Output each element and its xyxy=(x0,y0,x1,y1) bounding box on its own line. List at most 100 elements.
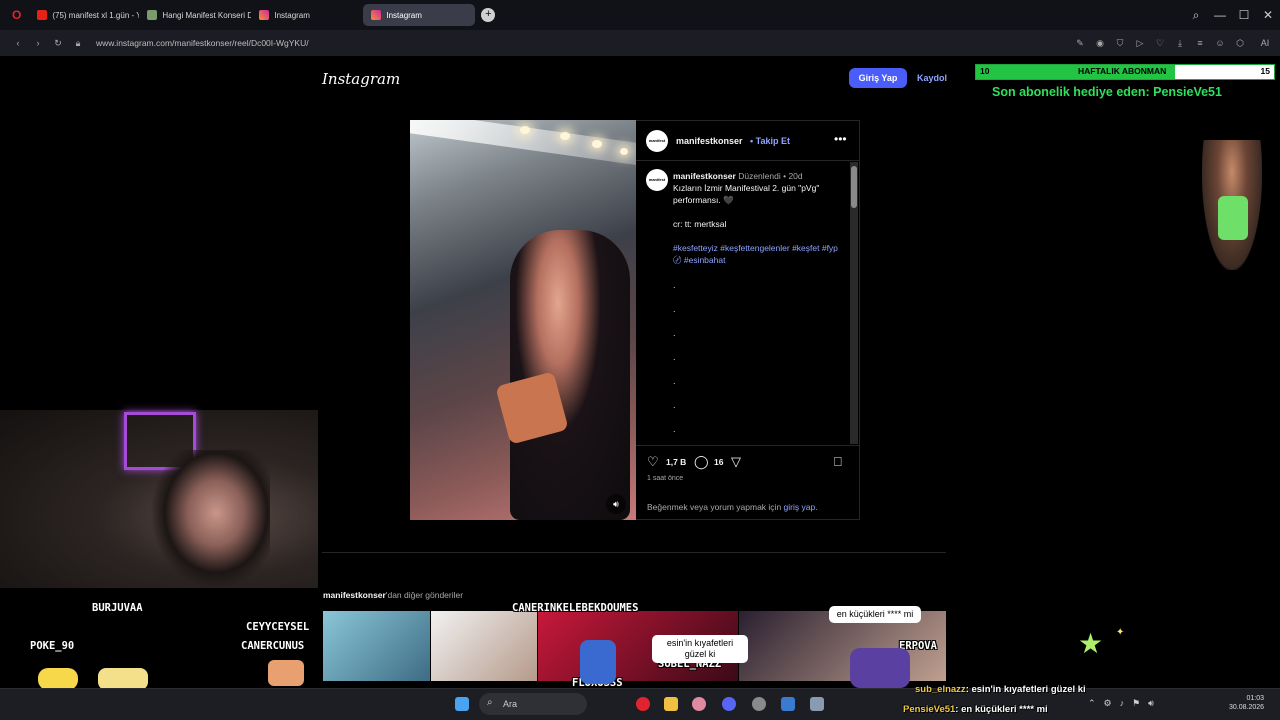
minimize-icon[interactable]: — xyxy=(1208,8,1232,22)
tab-label: Instagram xyxy=(386,10,422,20)
browser-tab-bar: O (75) manifest xl 1.gün - Yo Hangi Mani… xyxy=(0,0,1280,30)
chat-user: PensieVe51 xyxy=(903,704,956,715)
close-icon[interactable]: ✕ xyxy=(1256,8,1280,22)
back-icon[interactable]: ‹ xyxy=(8,38,28,48)
post-caption: manifestkonser Düzenlendi • 20d Kızların… xyxy=(673,170,843,266)
viewer-name: CANERCUNUS xyxy=(241,640,305,652)
more-posts-user[interactable]: manifestkonser xyxy=(323,590,386,600)
divider xyxy=(636,160,860,161)
caption-username[interactable]: manifestkonser xyxy=(673,171,736,181)
sub-goal-current: 10 xyxy=(980,66,990,76)
play-icon[interactable]: ▷ xyxy=(1130,38,1150,49)
comment-count: 16 xyxy=(714,457,724,467)
sparkle-sticker: ✦ xyxy=(1116,627,1125,638)
post-username[interactable]: manifestkonser xyxy=(676,136,743,146)
app-icon[interactable] xyxy=(752,697,766,711)
signup-link[interactable]: Kaydol xyxy=(917,73,947,83)
youtube-icon xyxy=(37,10,48,20)
viewer-name: BURJUVAA xyxy=(92,602,143,614)
comment-icon[interactable]: ◯ xyxy=(694,455,709,468)
like-count: 1,7 B xyxy=(666,457,687,467)
taskbar-clock[interactable]: 01:03 30.08.2026 xyxy=(1229,694,1264,712)
sub-goal-bar: 10 HAFTALIK ABONMAN 15 xyxy=(975,64,1275,80)
divider xyxy=(322,552,946,553)
pikachu-sprite xyxy=(38,668,78,690)
search-icon: ⌕ xyxy=(487,697,493,708)
download-icon[interactable]: ⤓ xyxy=(1170,38,1190,49)
lock-icon: 🔒︎ xyxy=(75,37,81,48)
login-button[interactable]: Giriş Yap xyxy=(849,68,907,88)
new-tab-icon[interactable]: + xyxy=(481,8,496,22)
viewer-name: POKE_90 xyxy=(30,640,75,652)
more-options-icon[interactable]: ••• xyxy=(834,132,847,146)
instagram-icon xyxy=(259,10,270,20)
site-icon xyxy=(147,10,158,20)
caption-dot: . xyxy=(673,424,676,434)
caption-scrollbar[interactable] xyxy=(850,162,858,444)
clock-date: 30.08.2026 xyxy=(1229,704,1265,711)
clock-time: 01:03 xyxy=(1246,695,1265,702)
opera-logo-icon[interactable]: O xyxy=(12,8,21,22)
taskbar-search[interactable]: Ara xyxy=(479,693,587,715)
address-bar: ‹ › ↻ 🔒︎ www.instagram.com/manifestkonse… xyxy=(0,30,1280,56)
post-thumbnail[interactable] xyxy=(431,611,537,681)
app-icon[interactable] xyxy=(810,697,824,711)
profile-icon[interactable]: ☺ xyxy=(1210,38,1230,48)
search-tabs-icon[interactable]: ⌕ xyxy=(1184,8,1208,23)
explorer-icon[interactable] xyxy=(664,697,678,711)
powerpuff-sprite xyxy=(268,660,304,686)
singer-figure xyxy=(510,230,630,520)
stage-lamp xyxy=(520,126,530,134)
divider xyxy=(636,445,860,446)
post-thumbnail[interactable] xyxy=(323,611,430,681)
edit-icon[interactable]: ✎ xyxy=(1070,38,1090,49)
caption-dot: . xyxy=(673,400,676,410)
app-icon[interactable] xyxy=(781,697,795,711)
system-tray-icons[interactable]: ⌃⚙♪⚑🔊︎ xyxy=(1088,698,1162,709)
camera-icon[interactable]: ◉ xyxy=(1090,38,1110,49)
tab-instagram-1[interactable]: Instagram xyxy=(251,4,363,26)
maximize-icon[interactable]: ☐ xyxy=(1232,8,1256,22)
like-heart-icon[interactable]: ♡ xyxy=(647,455,659,468)
mute-icon[interactable]: 🔊︎ xyxy=(606,494,626,514)
tab-label: (75) manifest xl 1.gün - Yo xyxy=(52,10,140,20)
url-field[interactable]: www.instagram.com/manifestkonser/reel/Dc… xyxy=(96,38,309,48)
share-icon[interactable]: ▽ xyxy=(731,455,741,468)
post-avatar[interactable]: manifest xyxy=(646,130,668,152)
follow-link[interactable]: • Takip Et xyxy=(750,136,790,146)
instagram-logo[interactable]: Instagram xyxy=(322,70,400,88)
forward-icon[interactable]: › xyxy=(28,38,48,48)
extensions-icon[interactable]: ⬡ xyxy=(1230,38,1250,49)
more-posts-heading: manifestkonser'dan diğer gönderiler xyxy=(323,590,463,600)
start-icon[interactable] xyxy=(455,697,469,711)
reel-video[interactable]: 🔊︎ xyxy=(410,120,636,520)
cup-sticker xyxy=(1218,196,1248,240)
reload-icon[interactable]: ↻ xyxy=(48,38,68,49)
gift-sub-text: Son abonelik hediye eden: PensieVe51 xyxy=(992,85,1222,99)
save-bookmark-icon[interactable]: ⎕ xyxy=(834,455,842,468)
caption-avatar[interactable]: manifest xyxy=(646,169,668,191)
shield-icon[interactable]: ⛉ xyxy=(1110,38,1130,49)
caption-dot: . xyxy=(673,304,676,314)
chat-line: PensieVe51: en küçükleri **** mi xyxy=(903,704,1048,715)
caption-hashtags[interactable]: #kesfetteyiz #keşfettengelenler #keşfet … xyxy=(673,243,838,265)
opera-taskbar-icon[interactable] xyxy=(636,697,650,711)
sub-goal-label: HAFTALIK ABONMAN xyxy=(1078,66,1167,76)
login-prompt-link[interactable]: giriş yap xyxy=(784,502,816,512)
caption-meta: Düzenlendi • 20d xyxy=(738,171,803,181)
stage-lamp xyxy=(592,140,602,148)
lucario-sprite xyxy=(580,640,616,684)
heart-icon[interactable]: ♡ xyxy=(1150,38,1170,49)
discord-icon[interactable] xyxy=(722,697,736,711)
tab-hangi-manifest[interactable]: Hangi Manifest Konseri D xyxy=(139,4,251,26)
ai-icon[interactable]: AI xyxy=(1250,38,1280,48)
tab-instagram-active[interactable]: Instagram xyxy=(363,4,476,26)
app-icon[interactable] xyxy=(692,697,706,711)
stage-lamp xyxy=(560,132,570,140)
menu-icon[interactable]: ≡ xyxy=(1190,38,1210,48)
tab-youtube[interactable]: (75) manifest xl 1.gün - Yo xyxy=(29,4,139,26)
viewer-name: CEYYCEYSEL xyxy=(246,621,310,633)
scrollbar-thumb[interactable] xyxy=(851,166,857,208)
login-prompt-text: Beğenmek veya yorum yapmak için xyxy=(647,502,782,512)
stage-lamp xyxy=(620,148,628,155)
